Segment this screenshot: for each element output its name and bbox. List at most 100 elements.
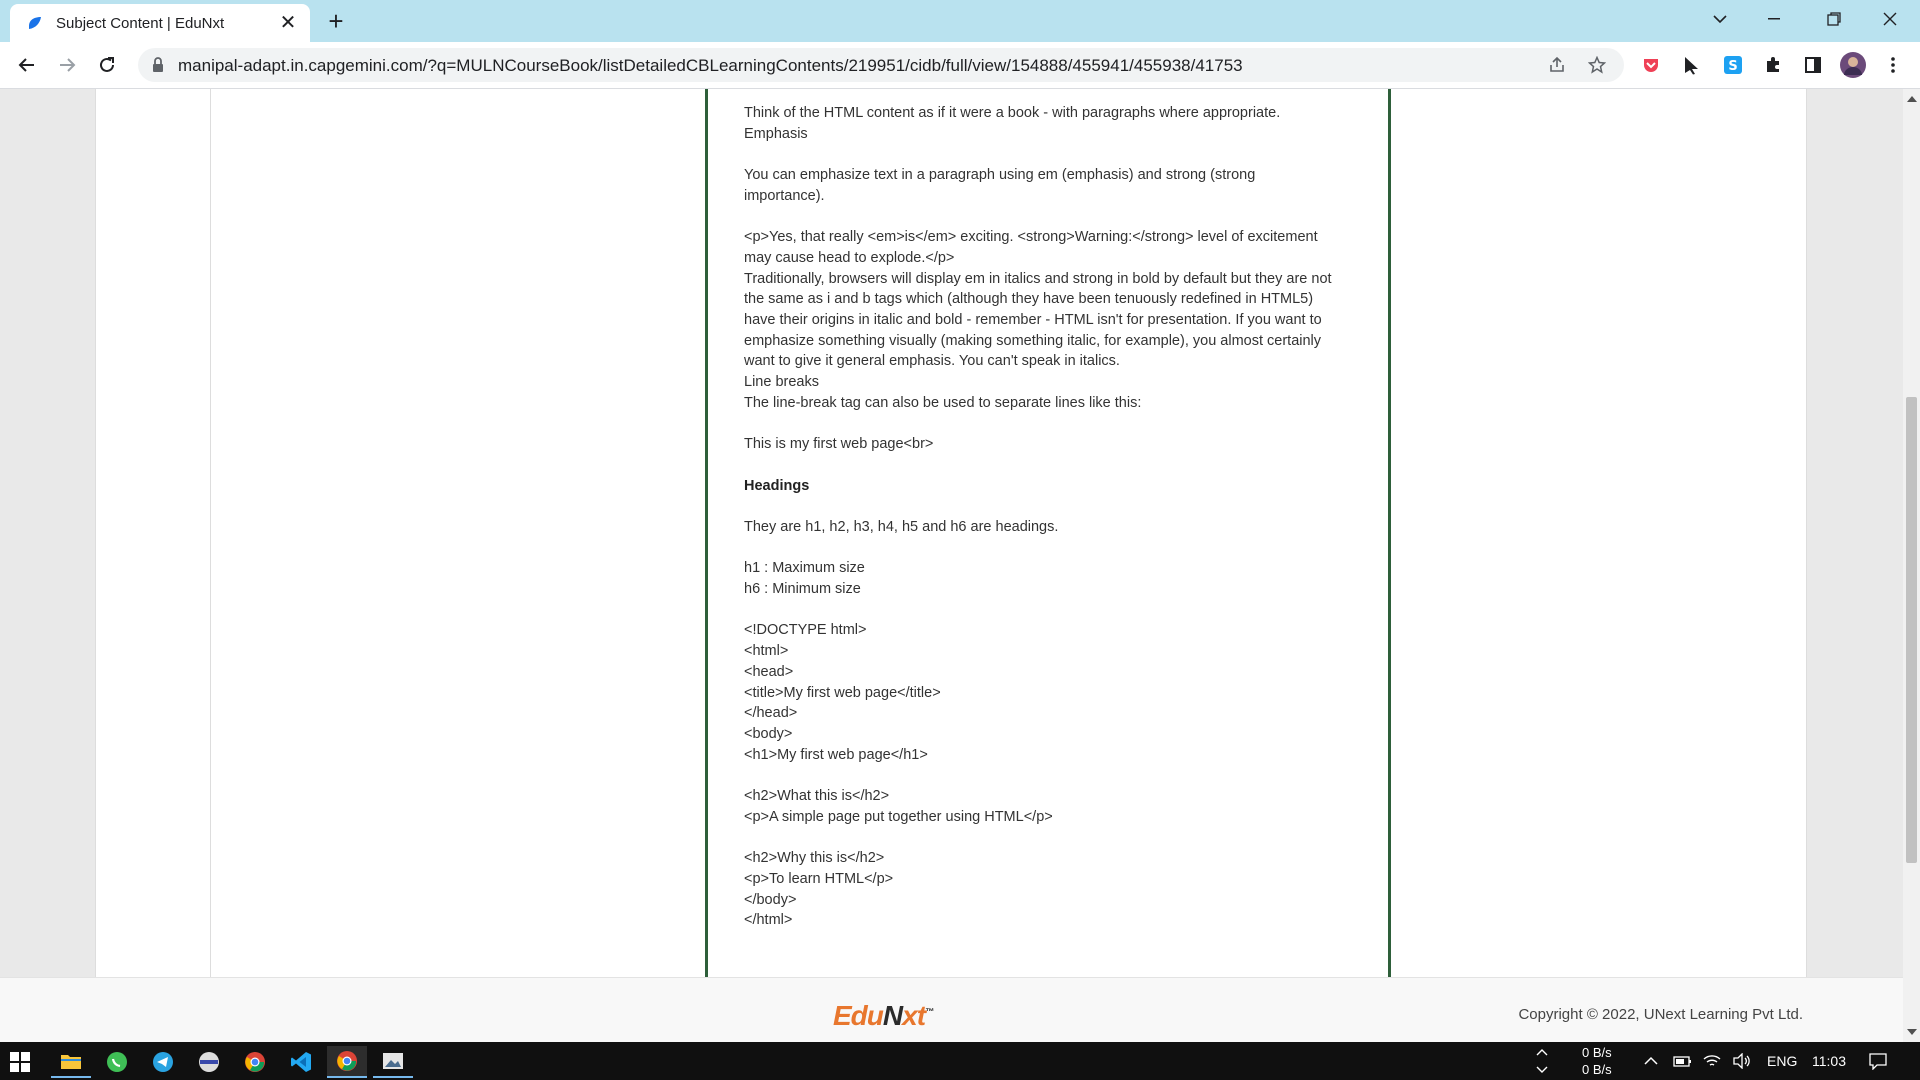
code-line: <h2>Why this is</h2> [744,850,885,867]
browser-tab[interactable]: Subject Content | EduNxt ✕ [10,4,310,42]
s-extension-icon[interactable]: S [1720,52,1746,78]
windows-start-icon[interactable] [0,1046,40,1078]
address-bar[interactable]: manipal-adapt.in.capgemini.com/?q=MULNCo… [138,48,1624,82]
logo-tm: ™ [925,1006,934,1017]
text-line: may cause head to explode.</p> [744,249,955,266]
page-footer: EduNxt™ Copyright © 2022, UNext Learning… [0,977,1903,1043]
code-line: <h1>My first web page</h1> [744,746,928,763]
copyright-text: Copyright © 2022, UNext Learning Pvt Ltd… [1518,1006,1803,1023]
text-line: <p>Yes, that really <em>is</em> exciting… [744,229,1318,246]
browser-toolbar: manipal-adapt.in.capgemini.com/?q=MULNCo… [0,42,1920,89]
scroll-down-icon[interactable] [1907,1029,1917,1035]
forward-icon[interactable] [52,50,82,80]
file-explorer-icon[interactable] [51,1046,91,1078]
pocket-extension-icon[interactable] [1638,52,1664,78]
scrollbar-thumb[interactable] [1906,397,1917,863]
section-heading: Headings [744,477,810,494]
text-line: You can emphasize text in a paragraph us… [744,167,1256,184]
logo-text-n: N [882,1000,903,1031]
scroll-up-icon[interactable] [1907,96,1917,102]
lock-icon[interactable] [152,57,164,73]
code-line: <!DOCTYPE html> [744,622,867,639]
windows-taskbar: 0 B/s 0 B/s ENG 11:03 [0,1042,1920,1080]
network-speed: 0 B/s 0 B/s [1582,1044,1612,1078]
bookmark-star-icon[interactable] [1588,56,1606,74]
course-content-container: Think of the HTML content as if it were … [95,89,1807,977]
side-panel-icon[interactable] [1800,52,1826,78]
new-tab-icon[interactable]: + [322,8,350,36]
svg-text:S: S [1728,59,1737,74]
extensions-puzzle-icon[interactable] [1760,52,1786,78]
chrome-active-icon[interactable] [327,1046,367,1078]
restore-icon[interactable] [1804,0,1864,38]
logo-text-edu: Edu [833,1000,884,1031]
edunxt-favicon-icon [29,17,41,29]
edunxt-logo[interactable]: EduNxt™ [833,1000,934,1032]
text-line: emphasize something visually (making som… [744,332,1322,349]
profile-avatar[interactable] [1840,52,1866,78]
text-line: Line breaks [744,374,819,391]
text-line: want to give it general emphasis. You ca… [744,353,1120,370]
hidden-icons-chevron-icon[interactable] [1644,1042,1658,1080]
app-icon[interactable] [189,1046,229,1078]
notifications-icon[interactable] [1868,1042,1888,1080]
divider [210,89,211,977]
clock[interactable]: 11:03 [1812,1042,1846,1080]
tab-close-icon[interactable]: ✕ [278,13,298,33]
text-line: have their origins in italic and bold - … [744,312,1322,328]
tab-title: Subject Content | EduNxt [56,14,225,32]
text-line: Traditionally, browsers will display em … [744,270,1332,287]
reload-icon[interactable] [92,50,122,80]
telegram-icon[interactable] [143,1046,183,1078]
tab-search-icon[interactable] [1690,0,1750,38]
text-line: h6 : Minimum size [744,581,861,598]
text-line: Think of the HTML content as if it were … [744,105,1281,121]
code-line: </html> [744,912,793,929]
wifi-icon[interactable] [1703,1042,1721,1080]
code-line: <h2>What this is</h2> [744,788,890,805]
code-line: <p>A simple page put together using HTML… [744,808,1053,825]
page-scrollbar[interactable] [1903,89,1920,1042]
whatsapp-icon[interactable] [97,1046,137,1078]
text-line: the same as i and b tags which (although… [744,291,1314,308]
text-line: The line-break tag can also be used to s… [744,394,1142,411]
text-line: h1 : Maximum size [744,560,865,577]
download-speed: 0 B/s [1582,1062,1612,1077]
code-line: <p>To learn HTML</p> [744,870,894,887]
code-line: <body> [744,725,793,742]
upload-speed: 0 B/s [1582,1045,1612,1060]
volume-icon[interactable] [1732,1042,1752,1080]
code-line: </body> [744,891,797,908]
chrome-icon[interactable] [235,1046,275,1078]
code-line: <html> [744,643,789,660]
minimize-icon[interactable] [1744,0,1804,38]
url-text: manipal-adapt.in.capgemini.com/?q=MULNCo… [178,56,1243,75]
vscode-icon[interactable] [281,1046,321,1078]
learning-content-panel: Think of the HTML content as if it were … [705,89,1391,977]
network-activity-chevron-icon[interactable] [1535,1042,1549,1080]
cursor-extension-icon[interactable] [1679,52,1705,78]
back-icon[interactable] [12,50,42,80]
chrome-menu-icon[interactable] [1880,52,1906,78]
text-line: They are h1, h2, h3, h4, h5 and h6 are h… [744,518,1059,535]
code-line: </head> [744,705,798,722]
text-line: Emphasis [744,125,808,142]
close-window-icon[interactable] [1860,0,1920,38]
battery-icon[interactable] [1672,1042,1692,1080]
photos-icon[interactable] [373,1046,413,1078]
share-icon[interactable] [1548,56,1566,74]
browser-tab-strip: Subject Content | EduNxt ✕ + [0,0,1920,42]
code-line: <title>My first web page</title> [744,684,941,701]
logo-text-xt: xt [902,1000,926,1031]
text-line: importance). [744,187,825,204]
text-line: This is my first web page<br> [744,436,934,453]
language-indicator[interactable]: ENG [1767,1042,1797,1080]
